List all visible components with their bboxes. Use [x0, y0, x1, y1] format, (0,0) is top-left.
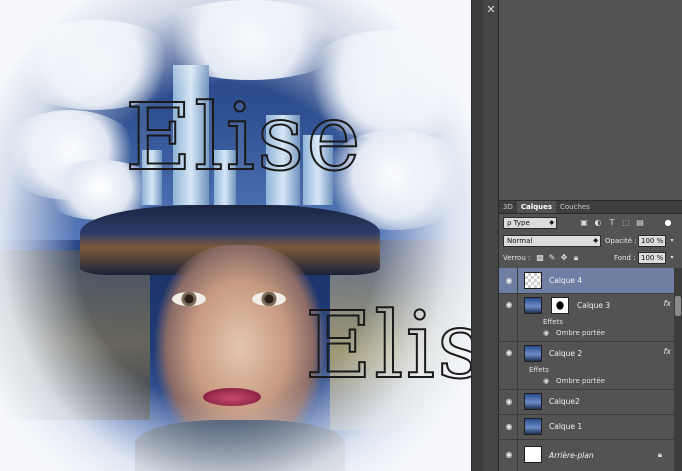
lock-transparency-icon[interactable]: ▩	[535, 252, 545, 263]
visibility-column: ◉	[499, 294, 518, 341]
layers-panel: 3D Calques Couches ρ Type ◆ ▣ ◐ T ⬚ ▤ ● …	[499, 200, 682, 471]
filter-pixel-icon[interactable]: ▣	[579, 218, 589, 228]
visibility-column: ◉	[499, 440, 518, 471]
layer-name[interactable]: Calque 4	[549, 276, 582, 286]
layer-row-calque-1[interactable]: ◉ Calque 1	[499, 415, 674, 440]
layer-thumbnail	[524, 418, 542, 435]
layer-name[interactable]: Calque 1	[549, 422, 582, 432]
layer-thumbnail	[524, 297, 542, 314]
lock-icon: 🔒︎	[657, 450, 662, 459]
eye-icon[interactable]: ◉	[543, 329, 549, 337]
layer-thumbnail	[524, 446, 542, 463]
lock-position-icon[interactable]: ✥	[559, 252, 569, 263]
watermark-text-bottom: Elise	[304, 292, 471, 399]
left-city-image	[0, 250, 150, 420]
opacity-slider-arrow-icon[interactable]: ▾	[668, 235, 676, 247]
effect-drop-shadow[interactable]: Ombre portée	[556, 377, 605, 385]
filter-type-icon[interactable]: T	[607, 218, 617, 228]
lock-pixels-icon[interactable]: ✎	[547, 252, 557, 263]
filter-kind-label: ρ Type	[507, 219, 530, 227]
fx-icon[interactable]: fx	[663, 347, 671, 356]
tab-3d[interactable]: 3D	[499, 201, 517, 213]
layer-name[interactable]: Calque 3	[577, 301, 610, 311]
tab-couches[interactable]: Couches	[556, 201, 594, 213]
blend-opacity-row: Normal ◆ Opacité : 100 % ▾	[499, 234, 682, 249]
layer-name[interactable]: Arrière-plan	[549, 451, 594, 461]
empty-dock-area	[499, 0, 682, 200]
layers-list: ◉ Calque 4 ◉ Calque 3 fx Effets ◉ Ombre …	[499, 268, 674, 471]
layer-row-background[interactable]: ◉ Arrière-plan 🔒︎	[499, 440, 674, 471]
eye-icon[interactable]: ◉	[504, 277, 514, 285]
eye-icon[interactable]: ◉	[504, 349, 514, 357]
layer-thumbnail	[524, 345, 542, 362]
fill-slider-arrow-icon[interactable]: ▾	[668, 252, 676, 264]
blend-mode-value: Normal	[507, 237, 533, 245]
decorated-collar	[135, 420, 345, 471]
visibility-column: ◉	[499, 390, 518, 414]
layer-thumbnail	[524, 393, 542, 410]
visibility-column: ◉	[499, 415, 518, 439]
eye-icon[interactable]: ◉	[504, 451, 514, 459]
document-canvas[interactable]: Elise Elise	[0, 0, 471, 471]
chevron-down-icon: ◆	[549, 219, 554, 226]
collapse-arrows-icon[interactable]: ✕	[484, 3, 498, 17]
filter-kind-select[interactable]: ρ Type ◆	[503, 217, 557, 229]
right-eye	[252, 292, 286, 306]
lock-fill-row: Verrou : ▩ ✎ ✥ 🔒︎ Fond : 100 % ▾	[499, 251, 682, 266]
visibility-column: ◉	[499, 342, 518, 389]
fill-input[interactable]: 100 %	[638, 252, 666, 264]
eye-icon[interactable]: ◉	[543, 377, 549, 385]
opacity-input[interactable]: 100 %	[638, 235, 666, 247]
effects-label: Effets	[529, 366, 549, 374]
panel-tabs: 3D Calques Couches	[499, 201, 682, 214]
filter-adjustment-icon[interactable]: ◐	[593, 218, 603, 228]
layers-scrollbar[interactable]	[674, 268, 682, 471]
layer-mask-thumbnail[interactable]	[551, 297, 569, 314]
lock-label: Verrou :	[503, 254, 531, 262]
filter-smart-object-icon[interactable]: ▤	[635, 218, 645, 228]
layer-thumbnail	[524, 272, 542, 289]
effect-drop-shadow[interactable]: Ombre portée	[556, 329, 605, 337]
lips	[203, 388, 261, 406]
eye-icon[interactable]: ◉	[504, 301, 514, 309]
tab-calques[interactable]: Calques	[516, 201, 557, 213]
layer-row-calque-4[interactable]: ◉ Calque 4	[499, 268, 674, 294]
fill-label: Fond :	[614, 254, 636, 262]
layer-row-calque-3[interactable]: ◉ Calque 3 fx Effets ◉ Ombre portée	[499, 294, 674, 342]
fx-icon[interactable]: fx	[663, 299, 671, 308]
chevron-down-icon: ◆	[593, 237, 598, 244]
panel-collapse-strip: ✕	[483, 0, 499, 471]
scrollbar-strip[interactable]	[471, 0, 483, 471]
lock-all-icon[interactable]: 🔒︎	[571, 252, 581, 263]
layer-name[interactable]: Calque 2	[549, 349, 582, 359]
eye-icon[interactable]: ◉	[504, 398, 514, 406]
layer-row-calque2[interactable]: ◉ Calque2	[499, 390, 674, 415]
watermark-text-top: Elise	[124, 84, 363, 191]
layer-name[interactable]: Calque2	[549, 397, 580, 407]
layer-filter-row: ρ Type ◆ ▣ ◐ T ⬚ ▤ ●	[499, 216, 682, 231]
opacity-label: Opacité :	[605, 237, 637, 245]
layer-row-calque-2[interactable]: ◉ Calque 2 fx Effets ◉ Ombre portée	[499, 342, 674, 390]
filter-shape-icon[interactable]: ⬚	[621, 218, 631, 228]
left-eye	[172, 292, 206, 306]
filter-toggle-icon[interactable]: ●	[663, 218, 673, 228]
visibility-column: ◉	[499, 268, 518, 293]
eye-icon[interactable]: ◉	[504, 423, 514, 431]
blend-mode-select[interactable]: Normal ◆	[503, 235, 601, 247]
scrollbar-thumb[interactable]	[675, 296, 681, 316]
effects-label: Effets	[543, 318, 563, 326]
